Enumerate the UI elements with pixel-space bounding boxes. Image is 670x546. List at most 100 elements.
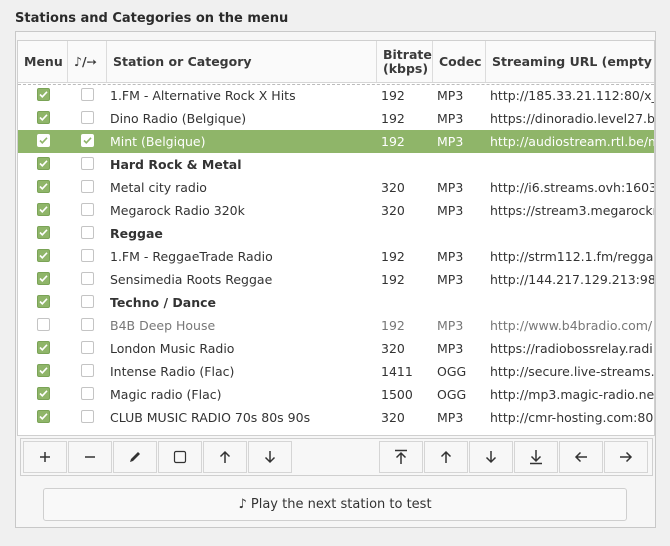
url-cell xyxy=(490,153,654,176)
menu-checkbox[interactable] xyxy=(37,203,50,216)
favorite-checkbox[interactable] xyxy=(81,341,94,354)
favorite-checkbox[interactable] xyxy=(81,249,94,262)
category-row[interactable]: Techno / Dance xyxy=(18,291,654,314)
column-favorite[interactable]: ♪/➙ xyxy=(68,41,107,82)
favorite-checkbox[interactable] xyxy=(81,387,94,400)
move-up-button-2[interactable] xyxy=(424,441,468,473)
favorite-checkbox[interactable] xyxy=(81,134,94,147)
table-header: Menu ♪/➙ Station or Category Bitrate (kb… xyxy=(18,41,654,83)
stations-table[interactable]: Menu ♪/➙ Station or Category Bitrate (kb… xyxy=(17,40,655,436)
station-name-cell: Metal city radio xyxy=(110,180,207,195)
bitrate-cell: 320 xyxy=(381,341,405,356)
bitrate-cell: 320 xyxy=(381,180,405,195)
table-row[interactable]: Metal city radio 320 MP3 http://i6.streams.… xyxy=(18,176,654,199)
favorite-checkbox[interactable] xyxy=(81,295,94,308)
station-name-cell: Intense Radio (Flac) xyxy=(110,364,235,379)
move-up-button[interactable] xyxy=(203,441,247,473)
column-codec[interactable]: Codec xyxy=(433,41,486,82)
move-down-button[interactable] xyxy=(248,441,292,473)
favorite-checkbox[interactable] xyxy=(81,111,94,124)
station-name-cell: CLUB MUSIC RADIO 70s 80s 90s xyxy=(110,410,311,425)
menu-checkbox[interactable] xyxy=(37,272,50,285)
codec-cell: MP3 xyxy=(437,88,464,103)
add-button[interactable] xyxy=(23,441,67,473)
menu-checkbox[interactable] xyxy=(37,88,50,101)
table-row[interactable]: Mint (Belgique) 192 MP3 http://audiostream.… xyxy=(18,130,654,153)
url-cell xyxy=(490,222,654,245)
favorite-checkbox[interactable] xyxy=(81,203,94,216)
play-next-station-button[interactable]: ♪ Play the next station to test xyxy=(43,488,627,521)
codec-cell: OGG xyxy=(437,387,467,402)
favorite-checkbox[interactable] xyxy=(81,226,94,239)
table-row[interactable]: B4B Deep House 192 MP3 http://www.b4bradio.… xyxy=(18,314,654,337)
url-cell: http://mp3.magic-radio.net xyxy=(490,387,654,402)
add-icon xyxy=(40,452,50,462)
table-row[interactable]: Dino Radio (Belgique) 192 MP3 https://dinor… xyxy=(18,107,654,130)
table-row[interactable]: Sensimedia Roots Reggae 192 MP3 http://144.… xyxy=(18,268,654,291)
url-cell: http://audiostream.rtl.be/m xyxy=(490,134,654,149)
bitrate-cell: 320 xyxy=(381,410,405,425)
station-name-cell: Mint (Belgique) xyxy=(110,134,206,149)
table-row[interactable]: CLUB MUSIC RADIO 70s 80s 90s 320 MP3 http:/… xyxy=(18,406,654,429)
menu-checkbox[interactable] xyxy=(37,134,50,147)
favorite-checkbox[interactable] xyxy=(81,410,94,423)
url-cell: http://strm112.1.fm/reggae xyxy=(490,249,654,264)
menu-checkbox[interactable] xyxy=(37,249,50,262)
station-name-cell: 1.FM - Alternative Rock X Hits xyxy=(110,88,296,103)
menu-checkbox[interactable] xyxy=(37,410,50,423)
codec-cell: OGG xyxy=(437,364,467,379)
favorite-checkbox[interactable] xyxy=(81,180,94,193)
favorite-checkbox[interactable] xyxy=(81,88,94,101)
table-row[interactable]: Megarock Radio 320k 320 MP3 https://stream3… xyxy=(18,199,654,222)
category-row[interactable]: Reggae xyxy=(18,222,654,245)
menu-checkbox[interactable] xyxy=(37,111,50,124)
column-url[interactable]: Streaming URL (empty for xyxy=(486,41,654,82)
column-bitrate[interactable]: Bitrate (kbps) xyxy=(377,41,433,82)
favorite-checkbox[interactable] xyxy=(81,272,94,285)
table-row[interactable]: 1.FM - Alternative Rock X Hits 192 MP3 http… xyxy=(18,84,654,107)
menu-checkbox[interactable] xyxy=(37,157,50,170)
remove-icon xyxy=(85,456,95,458)
column-menu[interactable]: Menu xyxy=(18,41,68,82)
bitrate-cell xyxy=(381,153,431,176)
move-bottom-icon xyxy=(530,450,542,465)
move-left-button[interactable] xyxy=(559,441,603,473)
menu-checkbox[interactable] xyxy=(37,226,50,239)
bitrate-cell xyxy=(381,291,431,314)
move-bottom-button[interactable] xyxy=(514,441,558,473)
bitrate-cell: 1411 xyxy=(381,364,413,379)
menu-checkbox[interactable] xyxy=(37,341,50,354)
menu-checkbox[interactable] xyxy=(37,295,50,308)
add-category-button[interactable] xyxy=(158,441,202,473)
edit-button[interactable] xyxy=(113,441,157,473)
remove-button[interactable] xyxy=(68,441,112,473)
table-body: 1.FM - Alternative Rock X Hits 192 MP3 http… xyxy=(18,82,654,435)
move-top-button[interactable] xyxy=(379,441,423,473)
menu-checkbox[interactable] xyxy=(37,318,50,331)
codec-cell: MP3 xyxy=(437,249,464,264)
menu-checkbox[interactable] xyxy=(37,180,50,193)
codec-cell: MP3 xyxy=(437,341,464,356)
table-row[interactable]: Intense Radio (Flac) 1411 OGG http://secure… xyxy=(18,360,654,383)
url-cell: http://i6.streams.ovh:1603 xyxy=(490,180,654,195)
favorite-checkbox[interactable] xyxy=(81,364,94,377)
favorite-checkbox[interactable] xyxy=(81,318,94,331)
table-row[interactable]: London Music Radio 320 MP3 https://radiobos… xyxy=(18,337,654,360)
favorite-checkbox[interactable] xyxy=(81,157,94,170)
move-right-button[interactable] xyxy=(604,441,648,473)
url-cell: http://secure.live-streams.n xyxy=(490,364,654,379)
column-station[interactable]: Station or Category xyxy=(107,41,377,82)
station-name-cell: Techno / Dance xyxy=(110,295,217,310)
station-name-cell: London Music Radio xyxy=(110,341,235,356)
station-name-cell: 1.FM - ReggaeTrade Radio xyxy=(110,249,273,264)
move-down-button-2[interactable] xyxy=(469,441,513,473)
menu-checkbox[interactable] xyxy=(37,387,50,400)
table-row[interactable]: 1.FM - ReggaeTrade Radio 192 MP3 http://str… xyxy=(18,245,654,268)
table-row[interactable]: Magic radio (Flac) 1500 OGG http://mp3.magi… xyxy=(18,383,654,406)
menu-checkbox[interactable] xyxy=(37,364,50,377)
url-cell: https://radiobossrelay.radi xyxy=(490,341,653,356)
codec-cell: MP3 xyxy=(437,134,464,149)
station-name-cell: Reggae xyxy=(110,226,163,241)
category-row[interactable]: Hard Rock & Metal xyxy=(18,153,654,176)
square-icon xyxy=(173,450,187,464)
